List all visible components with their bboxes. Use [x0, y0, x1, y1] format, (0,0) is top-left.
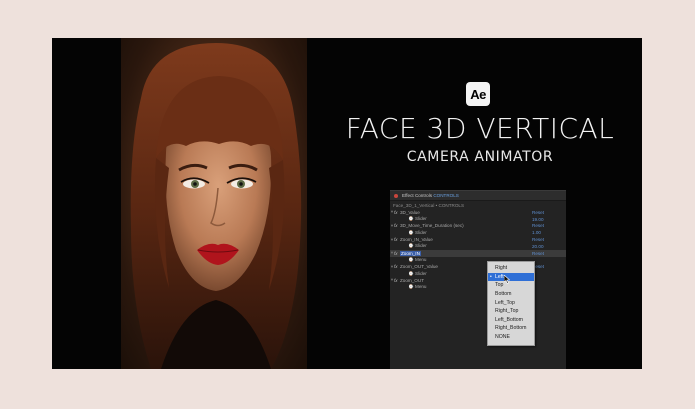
after-effects-logo: Ae [466, 82, 490, 106]
effect-property-row[interactable]: ⌚ Slider [390, 270, 566, 277]
effect-value[interactable]: Reset [532, 264, 566, 269]
effect-row[interactable]: ▾ fx Zoom_IN Reset [390, 249, 566, 257]
effect-label: Zoom_IN [400, 250, 421, 256]
effect-property-row[interactable]: ⌚ Slider 1.00 [390, 229, 566, 236]
dropdown-option[interactable]: Right [488, 264, 534, 273]
dropdown-option[interactable]: Top [488, 281, 534, 290]
effect-row[interactable]: ▾ fx 3D_Value Reset [390, 209, 566, 216]
dropdown-option[interactable]: Bottom [488, 290, 534, 299]
dropdown-option[interactable]: Left_Top [488, 298, 534, 307]
headline-subtitle: CAMERA ANIMATOR [406, 149, 554, 165]
effect-label: 3D_Value [400, 209, 420, 215]
panel-tab-label[interactable]: Effect Controls CONTROLS [402, 193, 459, 198]
effect-label: ⌚ Slider [408, 216, 427, 222]
dropdown-option[interactable]: Left_Bottom [488, 316, 534, 325]
thumbnail-canvas: Ae FACE 3D VERTICAL CAMERA ANIMATOR Effe… [52, 38, 642, 369]
effect-row[interactable]: ▾ fx 3D_Move_Time_Duration (sec) Reset [390, 223, 566, 230]
effect-property-row[interactable]: ⌚ Menu [390, 257, 566, 264]
effect-value[interactable]: Reset [532, 237, 566, 242]
effect-label: 3D_Move_Time_Duration (sec) [400, 223, 464, 229]
effect-value[interactable]: 19.00 [532, 217, 566, 222]
effect-label: Zoom_IN_Value [400, 237, 433, 243]
effect-row[interactable]: ▾ fx Zoom_IN_Value Reset [390, 236, 566, 243]
portrait-photo [121, 38, 307, 369]
effect-label: ⌚ Slider [408, 229, 427, 235]
panel-tab-bar[interactable]: Effect Controls CONTROLS [390, 191, 566, 201]
effect-property-row[interactable]: ⌚ Slider 19.00 [390, 216, 566, 223]
effect-value[interactable]: 1.00 [532, 230, 566, 235]
effect-list: ▾ fx 3D_Value Reset ⌚ Slider 19.00 ▾ fx 3D_Move_… [390, 209, 566, 291]
effect-value[interactable]: 20.00 [532, 244, 566, 249]
portrait-illustration [130, 43, 302, 369]
mouse-pointer-icon [504, 275, 510, 284]
effect-value[interactable]: Reset [532, 251, 566, 256]
effect-controls-panel: Effect Controls CONTROLS Face_3D_1_Verti… [390, 190, 566, 369]
effect-property-row[interactable]: ⌚ Menu [390, 284, 566, 291]
effect-value[interactable]: Reset [532, 210, 566, 215]
effect-label: ⌚ Slider [408, 243, 427, 249]
effect-row[interactable]: ▾ fx Zoom_OUT [390, 277, 566, 284]
dropdown-option[interactable]: Right_Top [488, 307, 534, 316]
panel-breadcrumb: Face_3D_1_Vertical • CONTROLS [393, 202, 465, 208]
panel-close-icon[interactable] [394, 193, 398, 198]
dropdown-option[interactable]: • Left [488, 272, 534, 282]
headline-title: FACE 3D VERTICAL [345, 112, 615, 145]
effect-property-row[interactable]: ⌚ Slider 20.00 [390, 243, 566, 250]
effect-row[interactable]: ▾ fx Zoom_OUT_Value Reset [390, 263, 566, 270]
check-icon: • [490, 273, 492, 280]
dropdown-option[interactable]: Right_Bottom [488, 324, 534, 333]
dropdown-option[interactable]: NONE [488, 333, 534, 342]
effect-value[interactable]: Reset [532, 223, 566, 228]
zoom-in-direction-dropdown[interactable]: Right • Left Top Bottom Left_Top Right_Top Left… [487, 261, 535, 346]
